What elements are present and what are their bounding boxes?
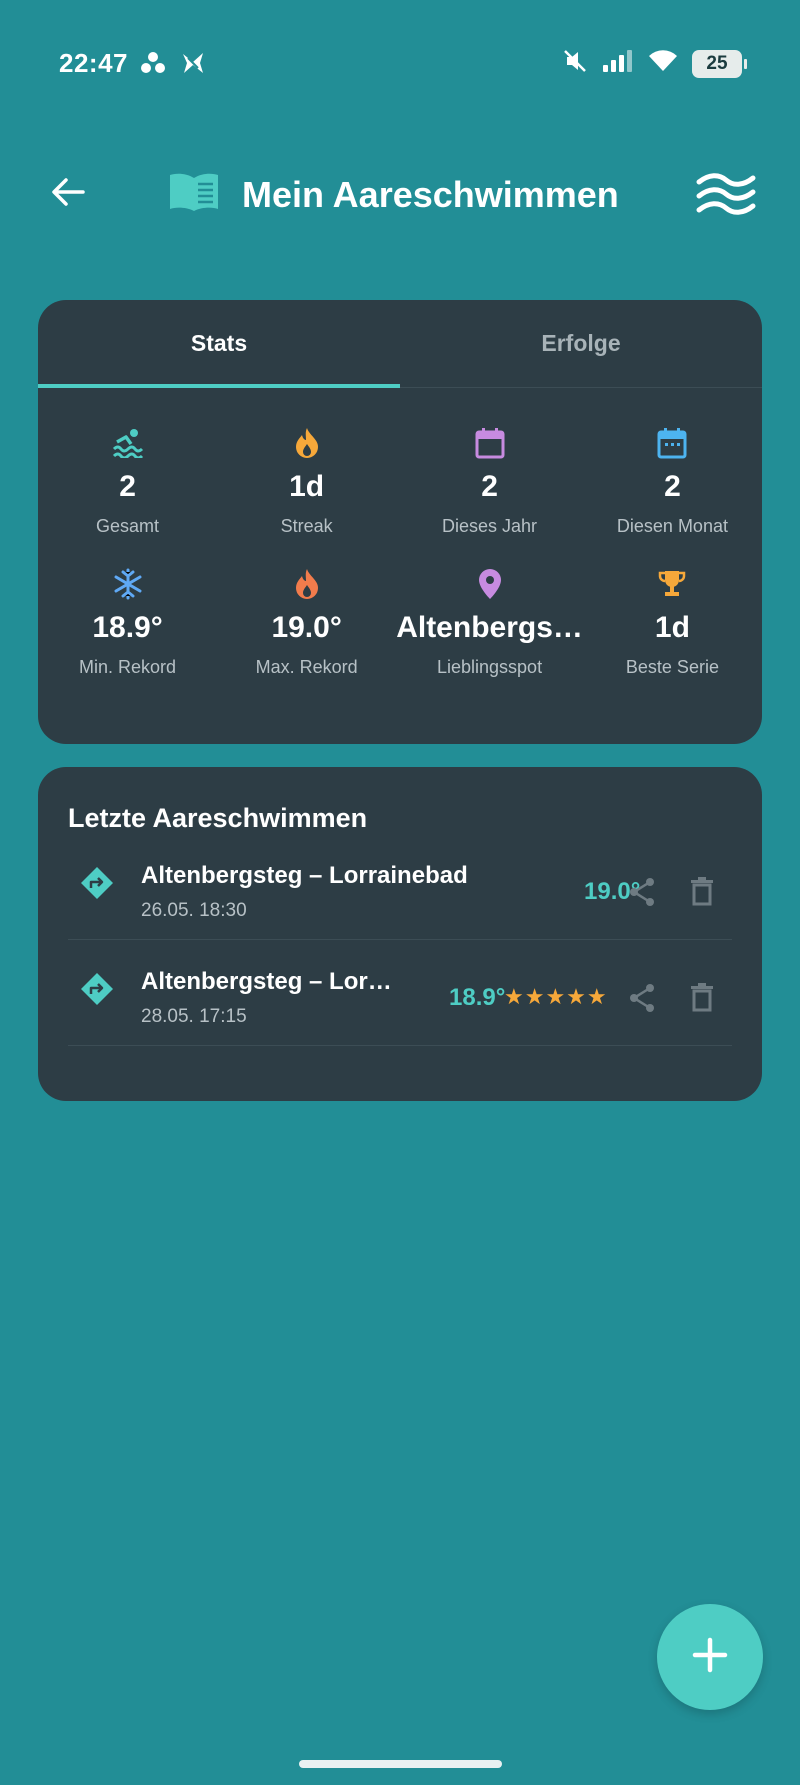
list-item[interactable]: Altenbergsteg – Lorrainebad 26.05. 18:30… xyxy=(68,834,732,940)
tab-bar: Stats Erfolge xyxy=(38,300,762,388)
status-app-icons xyxy=(140,50,206,81)
recent-title: Letzte Aareschwimmen xyxy=(68,803,368,833)
stat-min-rekord: 18.9° Min. Rekord xyxy=(38,567,217,678)
route-icon xyxy=(80,972,114,1011)
stat-label: Lieblingsspot xyxy=(437,657,543,677)
stats-grid: 2 Gesamt 1d Streak 2 Dieses Jahr 2 Diese… xyxy=(38,388,762,678)
delete-button[interactable] xyxy=(690,876,714,911)
entry-date: 28.05. 17:15 xyxy=(141,1006,247,1027)
stat-diesen-monat: 2 Diesen Monat xyxy=(583,426,762,537)
stat-label: Dieses Jahr xyxy=(442,516,538,536)
battery-icon: 25 xyxy=(692,49,747,78)
stat-label: Diesen Monat xyxy=(616,516,728,536)
wifi-icon xyxy=(648,49,678,78)
stat-max-rekord: 19.0° Max. Rekord xyxy=(217,567,396,678)
stat-value: 18.9° xyxy=(92,611,163,644)
stat-value: 2 xyxy=(664,470,681,503)
rating-stars: ★★★★★ xyxy=(504,984,608,1009)
stat-label: Gesamt xyxy=(96,516,160,536)
trash-icon xyxy=(690,877,714,910)
stat-dieses-jahr: 2 Dieses Jahr xyxy=(396,426,583,537)
status-system-icons: 25 xyxy=(562,48,747,79)
stat-value: 2 xyxy=(481,470,498,503)
calendar-month-icon xyxy=(657,426,687,460)
snowflake-icon xyxy=(112,567,144,601)
stat-value: 2 xyxy=(119,470,136,503)
stat-lieblingsspot: Altenbergs… Lieblingsspot xyxy=(396,567,583,678)
add-swim-button[interactable] xyxy=(657,1604,763,1710)
page-title: Mein Aareschwimmen xyxy=(242,173,619,215)
tab-erfolge[interactable]: Erfolge xyxy=(400,300,762,387)
stat-streak: 1d Streak xyxy=(217,426,396,537)
app-bar: Mein Aareschwimmen xyxy=(0,150,800,240)
stat-label: Beste Serie xyxy=(625,657,719,677)
share-icon xyxy=(628,984,656,1017)
plus-icon xyxy=(692,1637,728,1678)
stat-value: Altenbergs… xyxy=(396,611,583,644)
signal-icon xyxy=(602,49,634,78)
trash-icon xyxy=(690,983,714,1016)
swimmer-icon xyxy=(112,426,144,460)
share-button[interactable] xyxy=(628,983,656,1018)
list-item[interactable]: Altenbergsteg – Lor… 28.05. 17:15 18.9° … xyxy=(68,940,732,1046)
fire-icon xyxy=(294,567,320,601)
stat-value: 1d xyxy=(289,470,325,503)
stat-gesamt: 2 Gesamt xyxy=(38,426,217,537)
calendar-icon xyxy=(475,426,505,460)
entry-temp: 18.9° xyxy=(449,984,506,1011)
stat-label: Streak xyxy=(280,516,333,536)
entry-name: Altenbergsteg – Lorrainebad xyxy=(141,862,468,889)
entry-date: 26.05. 18:30 xyxy=(141,900,247,921)
arrow-left-icon xyxy=(51,177,85,212)
status-bar: 22:47 25 xyxy=(0,0,800,130)
location-pin-icon xyxy=(478,567,502,601)
book-icon xyxy=(168,172,220,217)
recent-swims-card: Letzte Aareschwimmen Altenbergsteg – Lor… xyxy=(38,767,762,1101)
battery-level: 25 xyxy=(706,52,728,74)
waves-menu-button[interactable] xyxy=(696,172,756,218)
route-icon xyxy=(80,866,114,905)
stats-card: Stats Erfolge 2 Gesamt 1d Streak 2 Diese… xyxy=(38,300,762,744)
trophy-icon xyxy=(657,567,687,601)
entry-name: Altenbergsteg – Lor… xyxy=(141,968,392,995)
stat-beste-serie: 1d Beste Serie xyxy=(583,567,762,678)
tab-indicator xyxy=(38,384,400,388)
tab-stats[interactable]: Stats xyxy=(38,300,400,387)
waves-icon xyxy=(696,173,756,222)
back-button[interactable] xyxy=(48,174,88,214)
pinwheel-app-icon xyxy=(180,50,206,81)
mute-vibrate-icon xyxy=(562,48,588,79)
title-group: Mein Aareschwimmen xyxy=(168,172,619,217)
home-indicator[interactable] xyxy=(299,1760,502,1768)
delete-button[interactable] xyxy=(690,982,714,1017)
stat-label: Min. Rekord xyxy=(79,657,177,677)
share-icon xyxy=(628,878,656,911)
share-button[interactable] xyxy=(628,877,656,912)
flame-icon xyxy=(294,426,320,460)
stat-value: 1d xyxy=(654,611,690,644)
dots-app-icon xyxy=(140,51,166,80)
stat-value: 19.0° xyxy=(271,611,342,644)
status-time: 22:47 xyxy=(59,48,128,78)
stat-label: Max. Rekord xyxy=(255,657,358,677)
